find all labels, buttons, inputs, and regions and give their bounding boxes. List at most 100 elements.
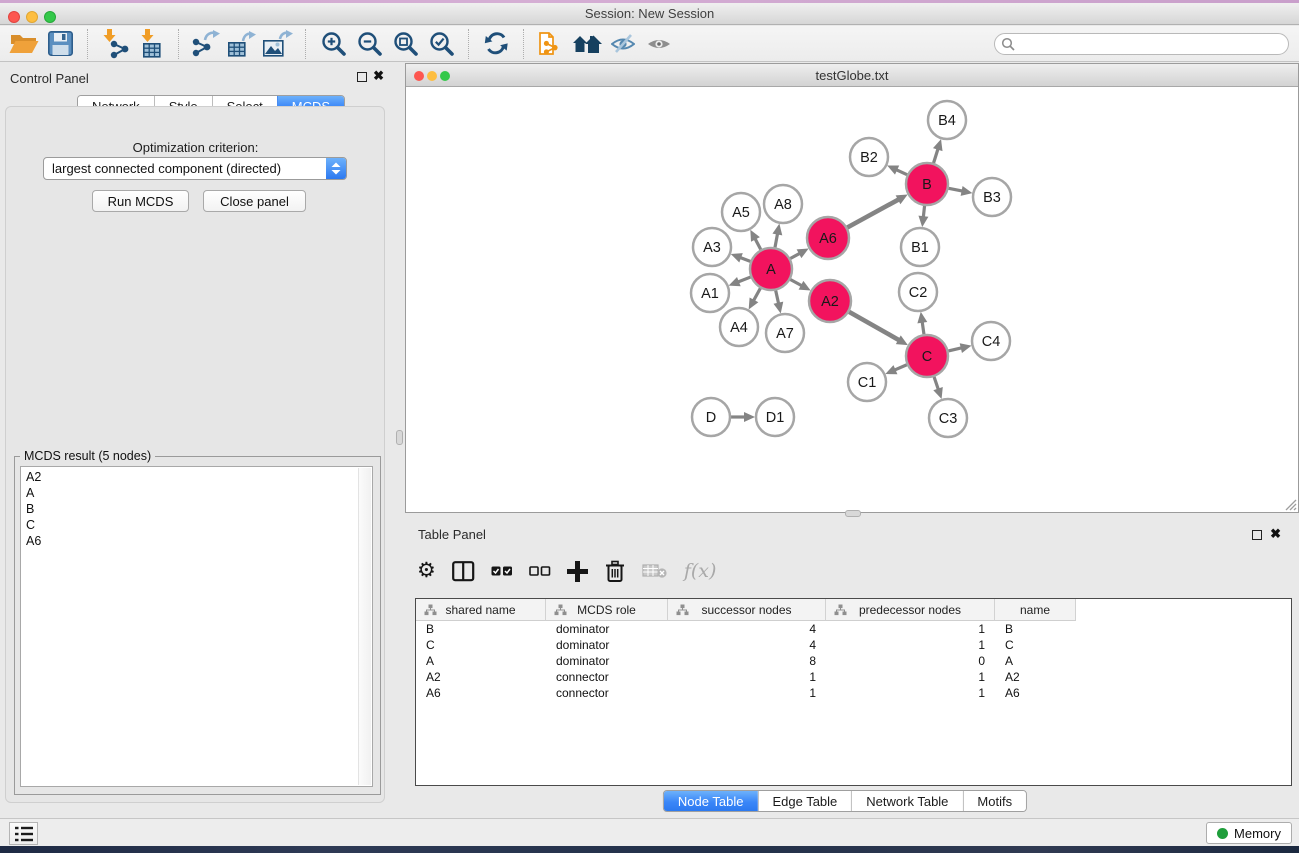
table-row[interactable]: Cdominator41C: [416, 637, 1291, 653]
import-network-icon[interactable]: [97, 28, 133, 60]
table-panel: Table Panel ✖ ⚙ f(x) shared name MCDS ro…: [391, 520, 1299, 818]
zoom-out-icon[interactable]: [351, 28, 387, 60]
search-input[interactable]: [1015, 35, 1288, 53]
close-panel-icon[interactable]: ✖: [373, 69, 384, 83]
main-toolbar: [0, 26, 1299, 62]
result-item[interactable]: A: [21, 485, 358, 501]
import-table-icon[interactable]: [133, 28, 169, 60]
task-history-button[interactable]: [9, 822, 38, 845]
graph-edge-C-C2[interactable]: [922, 322, 924, 335]
hierarchy-icon: [554, 604, 567, 616]
show-graphics-details-icon[interactable]: [641, 28, 677, 60]
column-header-mcds-role[interactable]: MCDS role: [546, 599, 668, 621]
tab-edge-table[interactable]: Edge Table: [757, 791, 851, 811]
result-item[interactable]: A6: [21, 533, 358, 549]
close-panel-icon[interactable]: ✖: [1270, 527, 1281, 541]
graph-edge-C-C1[interactable]: [895, 365, 907, 370]
result-item[interactable]: C: [21, 517, 358, 533]
table-row[interactable]: A2connector11A2: [416, 669, 1291, 685]
column-header-shared-name[interactable]: shared name: [416, 599, 546, 621]
network-canvas[interactable]: B4B2BB3A5A8A6B1A3AC2A1A2A4A7C4CC1C3DD1: [406, 87, 1298, 512]
graph-edge-A-A3[interactable]: [740, 257, 750, 261]
node-table[interactable]: shared name MCDS role successor nodes pr…: [415, 598, 1292, 786]
search-field[interactable]: [994, 33, 1289, 55]
table-row[interactable]: Bdominator41B: [416, 621, 1291, 637]
graph-node-label: B4: [938, 113, 956, 129]
deselect-all-icon[interactable]: [529, 566, 551, 576]
panel-divider-grip[interactable]: [396, 430, 403, 445]
function-builder-icon[interactable]: f(x): [684, 560, 717, 582]
float-panel-icon[interactable]: [357, 72, 367, 82]
tab-motifs[interactable]: Motifs: [962, 791, 1026, 811]
table-row[interactable]: Adominator80A: [416, 653, 1291, 669]
dropdown-stepper-icon: [326, 158, 346, 179]
graph-edge-A-A2[interactable]: [790, 279, 802, 285]
graph-edge-A-A1[interactable]: [738, 277, 751, 282]
graph-edge-A-A5[interactable]: [755, 239, 761, 250]
graph-node-label: B1: [911, 240, 929, 256]
graph-edge-B-B1[interactable]: [923, 206, 924, 217]
graph-edge-C-C3[interactable]: [934, 377, 938, 390]
select-all-icon[interactable]: [491, 566, 513, 576]
result-item[interactable]: A2: [21, 469, 358, 485]
graph-node-label: D: [706, 410, 716, 426]
float-panel-icon[interactable]: [1252, 530, 1262, 540]
hide-graphics-details-icon[interactable]: [605, 28, 641, 60]
table-tabs: Node Table Edge Table Network Table Moti…: [663, 790, 1027, 812]
export-table-icon[interactable]: [224, 28, 260, 60]
graph-edge-A-A8[interactable]: [775, 234, 778, 248]
save-session-icon[interactable]: [42, 28, 78, 60]
graph-edge-A-A7[interactable]: [776, 290, 779, 303]
refresh-icon[interactable]: [478, 28, 514, 60]
window-resize-grip[interactable]: [1283, 497, 1297, 511]
open-session-icon[interactable]: [6, 28, 42, 60]
column-header-predecessor-nodes[interactable]: predecessor nodes: [826, 599, 995, 621]
add-column-icon[interactable]: [567, 561, 588, 582]
zoom-in-icon[interactable]: [315, 28, 351, 60]
zoom-fit-icon[interactable]: [387, 28, 423, 60]
toolbar-separator: [523, 29, 524, 59]
graph-edge-B-B4[interactable]: [934, 149, 938, 163]
network-window-titlebar[interactable]: testGlobe.txt: [406, 64, 1298, 87]
close-panel-button[interactable]: Close panel: [203, 190, 306, 212]
column-header-name[interactable]: name: [995, 599, 1076, 621]
export-network-icon[interactable]: [188, 28, 224, 60]
zoom-selected-icon[interactable]: [423, 28, 459, 60]
home-icon[interactable]: [569, 28, 605, 60]
column-settings-icon[interactable]: ⚙: [417, 560, 436, 582]
graph-edge-B-B3[interactable]: [949, 188, 963, 191]
graph-node-label: C: [922, 349, 932, 365]
result-item[interactable]: B: [21, 501, 358, 517]
memory-status-icon: [1217, 828, 1228, 839]
run-mcds-button[interactable]: Run MCDS: [92, 190, 189, 212]
graph-edge-B-B2[interactable]: [896, 170, 907, 175]
memory-button[interactable]: Memory: [1206, 822, 1292, 844]
graph-arrowhead: [917, 312, 927, 324]
delete-columns-icon[interactable]: [604, 560, 626, 583]
graph-arrowhead: [773, 302, 783, 314]
column-header-successor-nodes[interactable]: successor nodes: [668, 599, 826, 621]
control-panel: Control Panel ✖ Network Style Select MCD…: [0, 62, 391, 818]
graph-edge-A6-B[interactable]: [847, 199, 899, 227]
table-row[interactable]: A6connector11A6: [416, 685, 1291, 701]
export-image-icon[interactable]: [260, 28, 296, 60]
graph-node-label: A: [766, 262, 776, 278]
tab-node-table[interactable]: Node Table: [664, 791, 758, 811]
show-columns-icon[interactable]: [452, 561, 475, 582]
graph-node-label: B: [922, 177, 932, 193]
horizontal-divider-grip[interactable]: [845, 510, 861, 517]
new-network-file-icon[interactable]: [533, 28, 569, 60]
network-graph[interactable]: B4B2BB3A5A8A6B1A3AC2A1A2A4A7C4CC1C3DD1: [406, 87, 1298, 512]
graph-edge-A-A4[interactable]: [753, 288, 760, 300]
graph-arrowhead: [933, 139, 943, 151]
scrollbar-track[interactable]: [358, 468, 371, 785]
graph-edge-A-A6[interactable]: [790, 253, 800, 258]
optimization-criterion-dropdown[interactable]: largest connected component (directed): [43, 157, 347, 180]
tab-network-table[interactable]: Network Table: [851, 791, 962, 811]
graph-edge-A2-C[interactable]: [849, 312, 899, 340]
mcds-result-list[interactable]: A2 A B C A6: [20, 466, 373, 787]
graph-edge-C-C4[interactable]: [948, 348, 961, 351]
graph-node-label: A8: [774, 197, 792, 213]
graph-node-label: C1: [858, 375, 877, 391]
delete-table-icon[interactable]: [642, 563, 668, 579]
